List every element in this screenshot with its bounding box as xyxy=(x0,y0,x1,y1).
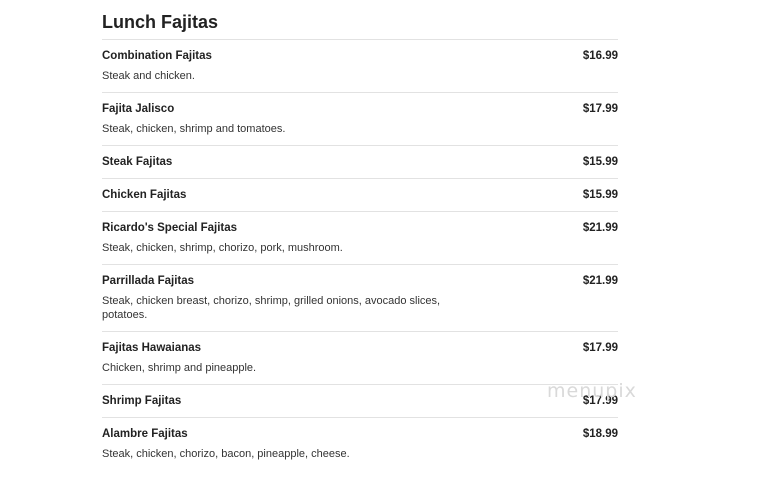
item-description: Steak, chicken, shrimp, chorizo, pork, m… xyxy=(102,242,343,254)
item-price: $21.99 xyxy=(582,275,618,287)
menu-item: Alambre Fajitas $18.99 Steak, chicken, c… xyxy=(102,417,618,470)
menu-item: Fajitas Hawaianas $17.99 Chicken, shrimp… xyxy=(102,331,618,384)
item-name: Shrimp Fajitas xyxy=(102,395,182,407)
item-description: Chicken, shrimp and pineapple. xyxy=(102,362,257,374)
menu-item: Chicken Fajitas $15.99 xyxy=(102,178,618,211)
item-description: Steak, chicken, shrimp and tomatoes. xyxy=(102,123,286,135)
item-name: Chicken Fajitas xyxy=(102,189,187,201)
item-price: $16.99 xyxy=(582,50,618,62)
menu-item: Parrillada Fajitas $21.99 Steak, chicken… xyxy=(102,264,618,331)
menu-section: Lunch Fajitas Combination Fajitas $16.99… xyxy=(102,0,618,470)
watermark-logo: menupix xyxy=(547,380,637,402)
item-price: $18.99 xyxy=(582,428,618,440)
section-title: Lunch Fajitas xyxy=(102,12,219,32)
menu-item: Fajita Jalisco $17.99 Steak, chicken, sh… xyxy=(102,92,618,145)
item-name: Ricardo's Special Fajitas xyxy=(102,222,238,234)
menu-item: Combination Fajitas $16.99 Steak and chi… xyxy=(102,39,618,92)
item-description: Steak, chicken breast, chorizo, shrimp, … xyxy=(102,295,441,321)
item-description: Steak and chicken. xyxy=(102,70,195,82)
menu-item: Ricardo's Special Fajitas $21.99 Steak, … xyxy=(102,211,618,264)
item-name: Parrillada Fajitas xyxy=(102,275,195,287)
item-description: Steak, chicken, chorizo, bacon, pineappl… xyxy=(102,448,350,460)
item-price: $15.99 xyxy=(582,156,618,168)
menu-item: Shrimp Fajitas $17.99 xyxy=(102,384,618,417)
item-name: Combination Fajitas xyxy=(102,50,212,62)
item-price: $17.99 xyxy=(582,103,618,115)
menu-item-list: Combination Fajitas $16.99 Steak and chi… xyxy=(102,39,618,470)
item-price: $21.99 xyxy=(582,222,618,234)
item-name: Fajitas Hawaianas xyxy=(102,342,202,354)
item-price: $17.99 xyxy=(582,342,618,354)
item-name: Alambre Fajitas xyxy=(102,428,188,440)
item-name: Fajita Jalisco xyxy=(102,103,175,115)
item-price: $15.99 xyxy=(582,189,618,201)
item-name: Steak Fajitas xyxy=(102,156,173,168)
menu-item: Steak Fajitas $15.99 xyxy=(102,145,618,178)
